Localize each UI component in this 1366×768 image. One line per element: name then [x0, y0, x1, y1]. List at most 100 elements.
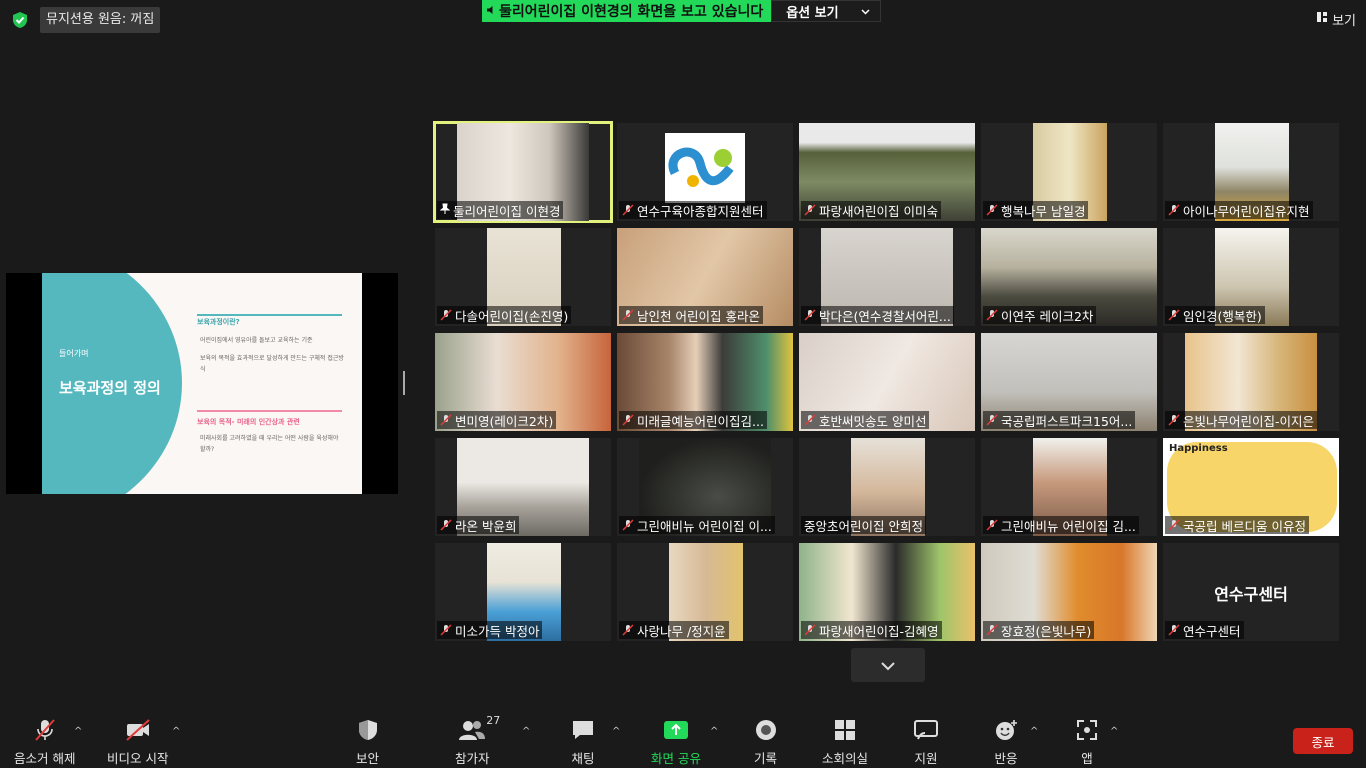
apps-button[interactable]: 앱: [1076, 718, 1098, 767]
chat-bubble-icon: [571, 718, 595, 742]
mic-muted-icon: [804, 624, 816, 636]
view-label: 보기: [1332, 13, 1356, 29]
apps-options-caret[interactable]: ^: [1110, 726, 1118, 737]
mic-muted-icon: [622, 309, 634, 321]
participant-name-tag: 연수구센터: [1165, 621, 1244, 639]
reactions-options-caret[interactable]: ^: [1030, 726, 1038, 737]
slide-divider: [197, 410, 342, 412]
participant-tile[interactable]: 그린애비뉴 어린이집 이...: [617, 438, 793, 536]
speaker-icon: [486, 3, 496, 19]
participant-tile[interactable]: 중앙초어린이집 안희정: [799, 438, 975, 536]
participant-tile[interactable]: 아이나무어린이집유지현: [1163, 123, 1339, 221]
participant-tile[interactable]: 미래글예능어린이집김...: [617, 333, 793, 431]
chat-options-caret[interactable]: ^: [612, 726, 620, 737]
participant-tile[interactable]: 장효정(은빛나무): [981, 543, 1157, 641]
participant-tile[interactable]: 둘리어린이집 이현경: [433, 121, 613, 223]
participant-tile[interactable]: 연수구육아종합지원센터: [617, 123, 793, 221]
participant-tile[interactable]: 국공립퍼스트파크15어...: [981, 333, 1157, 431]
microphone-muted-icon: [33, 718, 57, 742]
participant-tile[interactable]: 변미영(레이크2차): [435, 333, 611, 431]
participant-tile[interactable]: 파랑새어린이집-김혜영: [799, 543, 975, 641]
participant-tile[interactable]: 사랑나무 /정지윤: [617, 543, 793, 641]
chat-button[interactable]: 채팅: [571, 718, 595, 767]
participant-name-tag: 중앙초어린이집 안희정: [801, 516, 926, 534]
breakout-rooms-button[interactable]: 소회의실: [822, 718, 868, 767]
reactions-button[interactable]: 반응: [994, 718, 1018, 767]
participants-button[interactable]: 27 참가자: [455, 714, 500, 767]
mic-muted-icon: [986, 624, 998, 636]
participant-name-tag: 파랑새어린이집 이미숙: [801, 201, 941, 219]
participant-tile[interactable]: 행복나무 남일경: [981, 123, 1157, 221]
mic-muted-icon: [1168, 204, 1180, 216]
end-meeting-button[interactable]: 종료: [1293, 728, 1353, 754]
shared-screen[interactable]: 들어가며 보육과정의 정의 보육과정이란? 어린이집에서 영유아를 돌보고 교육…: [6, 273, 398, 494]
participant-name-tag: 임인경(행복한): [1165, 306, 1265, 324]
next-page-button[interactable]: [851, 648, 925, 682]
slide-question-1: 보육과정이란?: [197, 318, 240, 326]
mic-muted-icon: [1168, 414, 1180, 426]
support-button[interactable]: 지원: [913, 718, 939, 767]
share-status-text: 둘리어린이집 이현경의 화면을 보고 있습니다: [499, 4, 764, 20]
mic-muted-icon: [804, 414, 816, 426]
participant-tile[interactable]: 파랑새어린이집 이미숙: [799, 123, 975, 221]
mic-muted-icon: [622, 414, 634, 426]
mic-muted-icon: [804, 309, 816, 321]
original-sound-status[interactable]: 뮤지션용 원음: 꺼짐: [40, 7, 161, 33]
participant-tile[interactable]: 호반써밋송도 양미선: [799, 333, 975, 431]
mic-muted-icon: [1168, 309, 1180, 321]
share-status: 둘리어린이집 이현경의 화면을 보고 있습니다: [482, 0, 772, 22]
mic-muted-icon: [986, 519, 998, 531]
participant-name-tag: 호반써밋송도 양미선: [801, 411, 930, 429]
record-button[interactable]: 기록: [754, 718, 777, 767]
meeting-toolbar: 음소거 해제 ^ 비디오 시작 ^ 보안 27 참가자 ^ 채팅 ^ 화면 공유: [0, 708, 1366, 768]
participant-tile[interactable]: 라온 박윤희: [435, 438, 611, 536]
mic-muted-icon: [622, 519, 634, 531]
unmute-button[interactable]: 음소거 해제: [14, 718, 75, 767]
slide-bullet: 미래사회를 고려하였을 때 우리는 어떤 사람을 육성해야 할까?: [200, 435, 339, 453]
participant-name-tag: 둘리어린이집 이현경: [437, 201, 564, 219]
mic-muted-icon: [804, 204, 816, 216]
participant-tile[interactable]: 그린애비뉴 어린이집 김...: [981, 438, 1157, 536]
audio-options-caret[interactable]: ^: [74, 726, 82, 737]
participant-tile[interactable]: 연수구센터 연수구센터: [1163, 543, 1339, 641]
resize-handle[interactable]: [403, 371, 405, 395]
participant-name-tag: 국공립 베르디움 이유정: [1165, 516, 1309, 534]
mic-muted-icon: [440, 519, 452, 531]
screen-share-banner: 둘리어린이집 이현경의 화면을 보고 있습니다 옵션 보기: [482, 0, 881, 22]
participant-tile[interactable]: 미소가득 박정아: [435, 543, 611, 641]
participant-name-tag: 사랑나무 /정지윤: [619, 621, 729, 639]
mic-muted-icon: [440, 624, 452, 636]
participant-tile[interactable]: 다솔어린이집(손진영): [435, 228, 611, 326]
participant-display-name: 연수구센터: [1214, 585, 1288, 604]
participants-icon: 27: [458, 714, 500, 742]
start-video-button[interactable]: 비디오 시작: [107, 718, 168, 767]
participant-tile[interactable]: 박다은(연수경찰서어린...: [799, 228, 975, 326]
video-options-caret[interactable]: ^: [172, 726, 180, 737]
mic-muted-icon: [986, 204, 998, 216]
encryption-shield-icon[interactable]: [8, 8, 32, 32]
share-options-caret[interactable]: ^: [710, 726, 718, 737]
mic-muted-icon: [1168, 519, 1180, 531]
share-screen-button[interactable]: 화면 공유: [651, 718, 701, 767]
participant-name-tag: 미소가득 박정아: [437, 621, 543, 639]
participant-name-tag: 남인천 어린이집 홍라온: [619, 306, 763, 324]
participant-tile[interactable]: 은빛나무어린이집-이지은: [1163, 333, 1339, 431]
chevron-down-icon: [880, 656, 896, 675]
view-button[interactable]: 보기: [1316, 8, 1356, 30]
view-options-button[interactable]: 옵션 보기: [771, 0, 881, 22]
participant-tile[interactable]: 임인경(행복한): [1163, 228, 1339, 326]
mic-muted-icon: [1168, 624, 1180, 636]
participant-tile[interactable]: 남인천 어린이집 홍라온: [617, 228, 793, 326]
happiness-text: Happiness: [1169, 443, 1228, 454]
chevron-down-icon: [861, 4, 870, 19]
participants-options-caret[interactable]: ^: [522, 726, 530, 737]
mic-muted-icon: [440, 309, 452, 321]
security-button[interactable]: 보안: [356, 718, 379, 767]
view-options-label: 옵션 보기: [786, 5, 839, 21]
participant-tile[interactable]: 이연주 레이크2차: [981, 228, 1157, 326]
slide-bullet: 보육의 목적을 효과적으로 달성하게 만드는 구체적 접근방식: [200, 355, 344, 373]
participant-name-tag: 그린애비뉴 어린이집 김...: [983, 516, 1139, 534]
participant-tile[interactable]: Happiness 국공립 베르디움 이유정: [1163, 438, 1339, 536]
apps-icon: [1076, 718, 1098, 742]
slide-bullet: 어린이집에서 영유아를 돌보고 교육하는 기준: [200, 337, 313, 344]
